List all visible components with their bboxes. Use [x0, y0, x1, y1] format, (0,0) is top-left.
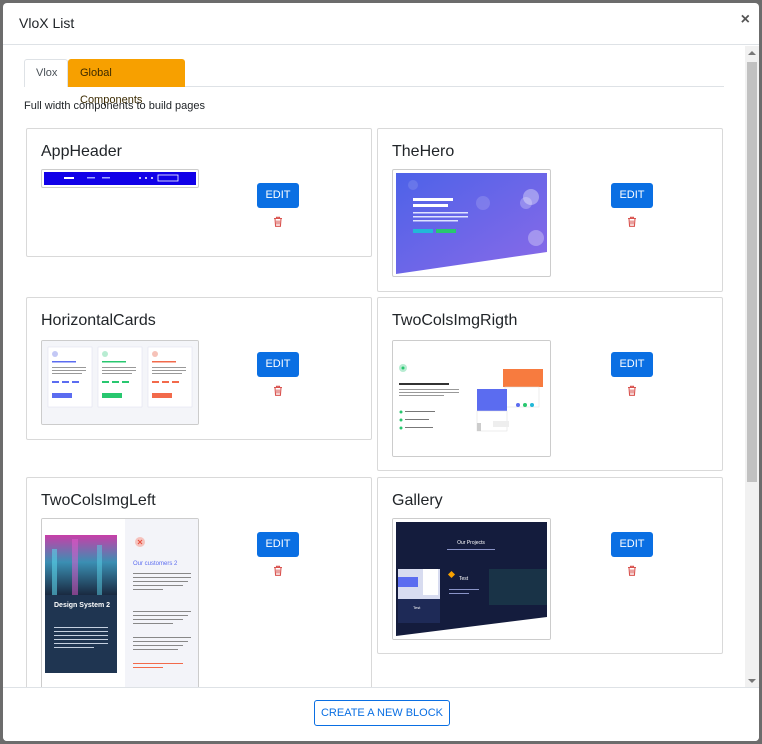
component-thumbnail[interactable]: Our Projects Test Test — [392, 518, 551, 640]
component-thumbnail[interactable] — [392, 340, 551, 457]
component-thumbnail[interactable]: Design System 2 Our customers 2 — [41, 518, 199, 687]
edit-button[interactable]: EDIT — [257, 532, 299, 557]
trash-icon[interactable] — [627, 385, 637, 396]
edit-button[interactable]: EDIT — [611, 183, 653, 208]
modal-header: VloX List × — [3, 3, 759, 45]
scroll-down-arrow-icon[interactable] — [748, 679, 756, 683]
trash-icon[interactable] — [273, 385, 283, 396]
trash-icon[interactable] — [273, 565, 283, 576]
edit-button[interactable]: EDIT — [257, 183, 299, 208]
component-card-twocolsimgleft: TwoColsImgLeft Design System 2 Our custo… — [26, 477, 372, 687]
component-card-thehero: TheHero EDIT — [377, 128, 723, 292]
create-new-block-button[interactable]: CREATE A NEW BLOCK — [314, 700, 450, 726]
component-name: HorizontalCards — [41, 312, 156, 329]
modal-title: VloX List — [19, 15, 75, 31]
tab-vlox[interactable]: Vlox — [24, 59, 68, 87]
modal-body: Vlox Global Components Full width compon… — [3, 46, 759, 687]
modal-footer: CREATE A NEW BLOCK — [3, 687, 759, 741]
edit-button[interactable]: EDIT — [611, 532, 653, 557]
edit-button[interactable]: EDIT — [611, 352, 653, 377]
component-card-appheader: AppHeader EDIT — [26, 128, 372, 257]
component-thumbnail[interactable] — [41, 340, 199, 425]
trash-icon[interactable] — [273, 216, 283, 227]
twocolsimgrigth-preview-icon — [393, 341, 550, 456]
scroll-up-arrow-icon[interactable] — [748, 51, 756, 55]
appheader-preview-icon — [44, 172, 196, 185]
component-name: TheHero — [392, 143, 455, 160]
component-card-horizontalcards: HorizontalCards EDIT — [26, 297, 372, 440]
component-card-twocolsimgrigth: TwoColsImgRigth EDIT — [377, 297, 723, 471]
trash-icon[interactable] — [627, 216, 637, 227]
scrollbar-thumb[interactable] — [747, 62, 757, 482]
thehero-preview-icon — [396, 173, 547, 274]
gallery-item-title: Test — [459, 576, 469, 582]
thumbnail-heading: Our customers 2 — [133, 561, 178, 567]
twocolsimgleft-preview-icon: Design System 2 Our customers 2 — [42, 519, 198, 687]
tab-global-components[interactable]: Global Components — [68, 59, 185, 106]
component-name: TwoColsImgLeft — [41, 492, 156, 509]
tab-description: Full width components to build pages — [24, 100, 205, 112]
component-thumbnail[interactable] — [392, 169, 551, 277]
trash-icon[interactable] — [627, 565, 637, 576]
component-card-gallery: Gallery Our Projects Test Test EDIT — [377, 477, 723, 654]
thumbnail-title: Design System 2 — [54, 602, 110, 609]
close-button[interactable]: × — [741, 12, 750, 28]
edit-button[interactable]: EDIT — [257, 352, 299, 377]
vlox-list-modal: VloX List × Vlox Global Components Full … — [3, 3, 759, 741]
component-name: AppHeader — [41, 143, 122, 160]
horizontalcards-preview-icon — [42, 341, 198, 424]
component-name: Gallery — [392, 492, 443, 509]
gallery-item-title: Test — [413, 605, 421, 610]
component-thumbnail[interactable] — [41, 169, 199, 188]
thumbnail-heading: Our Projects — [457, 540, 485, 546]
component-name: TwoColsImgRigth — [392, 312, 518, 329]
vertical-scrollbar[interactable] — [745, 46, 759, 687]
gallery-preview-icon: Our Projects Test Test — [393, 519, 550, 639]
tab-bar: Vlox Global Components — [24, 59, 724, 106]
